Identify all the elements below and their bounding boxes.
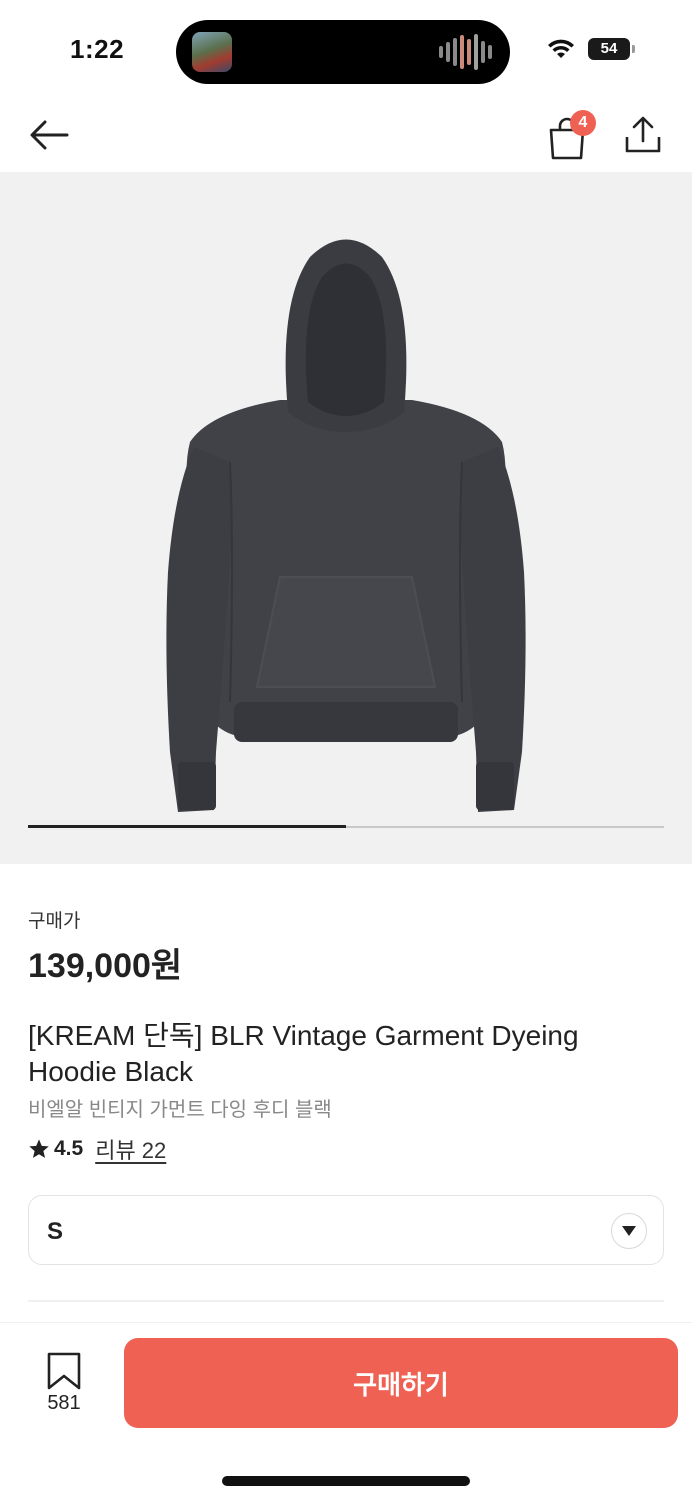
nav-bar: 4 xyxy=(0,100,692,172)
arrow-left-icon xyxy=(30,120,69,150)
bookmark-icon xyxy=(47,1352,81,1390)
product-image-gallery[interactable] xyxy=(0,172,692,864)
product-title: [KREAM 단독] BLR Vintage Garment Dyeing Ho… xyxy=(28,1020,579,1087)
price-label: 구매가 xyxy=(28,911,81,932)
cart-count-badge: 4 xyxy=(570,110,596,136)
size-select[interactable]: S xyxy=(28,1195,664,1265)
audio-waveform-icon xyxy=(439,34,492,70)
size-select-value: S xyxy=(47,1218,64,1245)
status-icons: 54 xyxy=(546,38,635,60)
divider xyxy=(28,1300,664,1302)
product-price: 139,000원 xyxy=(28,947,183,985)
wishlist-count: 581 xyxy=(47,1392,81,1414)
share-icon xyxy=(625,116,661,153)
product-subtitle: 비엘알 빈티지 가먼트 다잉 후디 블랙 xyxy=(28,1099,332,1121)
product-image xyxy=(166,239,526,812)
status-bar: 1:22 54 xyxy=(0,0,692,100)
share-button[interactable] xyxy=(620,112,666,158)
status-time: 1:22 xyxy=(70,34,125,64)
gallery-progress-indicator xyxy=(28,825,346,828)
buy-button[interactable]: 구매하기 xyxy=(124,1338,678,1428)
review-link[interactable]: 리뷰 22 xyxy=(95,1133,166,1165)
rating-row: 4.5 리뷰 22 xyxy=(28,1134,166,1164)
cart-button[interactable]: 4 xyxy=(544,110,596,160)
star-icon xyxy=(29,1139,49,1158)
now-playing-artwork xyxy=(192,32,232,72)
wifi-icon xyxy=(548,39,574,58)
dynamic-island[interactable] xyxy=(176,20,510,84)
chevron-down-icon xyxy=(611,1213,647,1249)
bottom-bar-divider xyxy=(0,1322,692,1323)
home-indicator xyxy=(222,1476,470,1486)
rating-value: 4.5 xyxy=(54,1137,84,1160)
wishlist-button[interactable]: 581 xyxy=(32,1352,96,1418)
back-button[interactable] xyxy=(26,112,72,158)
gallery-progress-track xyxy=(28,825,664,828)
battery-icon: 54 xyxy=(588,38,635,60)
